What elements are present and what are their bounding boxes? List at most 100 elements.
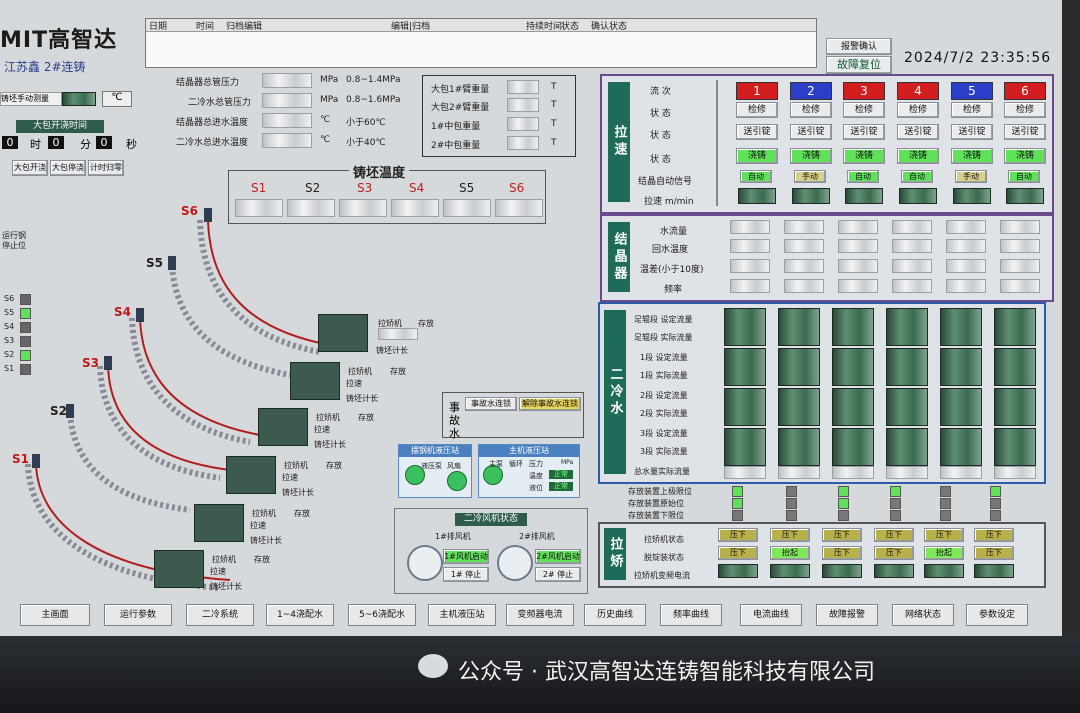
cooling-row-2: 1段 设定流量 [640,353,688,362]
press-button-4[interactable]: 压下 [874,528,914,542]
auto-toggle-4[interactable]: 自动 [901,170,933,183]
cooling-row-7: 3段 实际流量 [640,447,688,456]
ladle-value-3 [507,117,539,131]
pressure-range-2: 0.8~1.6MPa [346,95,401,105]
timer-minutes: 0 [48,136,64,149]
alarm-log[interactable]: 日期 时间 归档编辑 编辑|归档 持续时间 状态 确认状态 [145,18,817,68]
maintenance-button-1[interactable]: 检修 [736,102,778,118]
billet-temp-s4 [391,199,439,217]
cooling-row-0: 足辊段 设定流量 [634,315,693,324]
dummy-bar-button-4[interactable]: 送引锭 [897,124,939,140]
ladle-label-4: 2#中包重量 [431,141,481,151]
hyd-temp-label: 温度 [529,472,543,480]
release-button-3[interactable]: 压下 [822,546,862,560]
datetime: 2024/7/2 23:35:56 [904,50,1052,66]
site-name: 江苏鑫 2#连铸 [4,60,86,74]
strand-label-s1: S1 [12,452,29,466]
nav-current-curve[interactable]: 电流曲线 [740,604,802,626]
speed-row-state1: 状 态 [650,109,671,119]
casting-button-1[interactable]: 浇铸 [736,148,778,164]
ladle-stop-button[interactable]: 大包停浇 [50,160,86,176]
press-button-2[interactable]: 压下 [770,528,810,542]
fault-reset-button[interactable]: 故障复位 [826,56,892,74]
nav-vfd-current[interactable]: 变频器电流 [506,604,574,626]
withdrawal-machine-s6[interactable]: 拉矫机 存放 铸坯计长 [318,310,458,358]
nav-water-1-4[interactable]: 1~4浇配水 [266,604,334,626]
casting-button-3[interactable]: 浇铸 [843,148,885,164]
fan1-start-button[interactable]: 1#风机启动 [443,549,489,564]
press-button-5[interactable]: 压下 [924,528,964,542]
nav-main[interactable]: 主画面 [20,604,90,626]
auto-toggle-2[interactable]: 手动 [794,170,826,183]
casting-button-4[interactable]: 浇铸 [897,148,939,164]
strand-arc-s3 [97,365,231,481]
monitor-bezel [1062,0,1080,713]
fan1-stop-button[interactable]: 1# 停止 [443,567,489,582]
release-button-6[interactable]: 压下 [974,546,1014,560]
speed-row-state3: 状 态 [650,155,671,165]
storage-label: 存放 [390,367,406,376]
dummy-bar-button-6[interactable]: 送引锭 [1004,124,1046,140]
swing-hydraulic-station[interactable]: 摆钢机液压站 液压泵 风扇 [398,444,472,498]
maintenance-button-6[interactable]: 检修 [1004,102,1046,118]
nav-run-params[interactable]: 运行参数 [104,604,172,626]
auto-toggle-1[interactable]: 自动 [740,170,772,183]
casting-button-5[interactable]: 浇铸 [951,148,993,164]
release-button-1[interactable]: 压下 [718,546,758,560]
casting-button-6[interactable]: 浇铸 [1004,148,1046,164]
auto-toggle-3[interactable]: 自动 [847,170,879,183]
main-hydraulic-station[interactable]: 主机液压站 主泵 循环 压力 MPa 温度 正常 液位 正常 [478,444,580,498]
timer-hours-unit: 时 [30,138,41,151]
timer-minutes-unit: 分 [80,138,91,151]
fan2-stop-button[interactable]: 2# 停止 [535,567,581,582]
withdrawal-machine-s5[interactable]: 拉矫机 存放 拉速 铸坯计长 [290,358,430,406]
release-button-5[interactable]: 抬起 [924,546,964,560]
nav-main-hydraulic[interactable]: 主机液压站 [428,604,496,626]
maintenance-button-2[interactable]: 检修 [790,102,832,118]
ladle-value-2 [507,98,539,112]
withdrawal-machine-s3[interactable]: 拉矫机 存放 拉速 铸坯计长 [226,452,366,500]
release-interlock-button[interactable]: 解除事故水连锁 [519,397,581,411]
ladle-start-button[interactable]: 大包开浇 [12,160,48,176]
alarm-confirm-button[interactable]: 报警确认 [826,38,892,55]
casting-button-2[interactable]: 浇铸 [790,148,832,164]
dummy-bar-button-2[interactable]: 送引锭 [790,124,832,140]
maintenance-button-4[interactable]: 检修 [897,102,939,118]
press-button-1[interactable]: 压下 [718,528,758,542]
press-button-3[interactable]: 压下 [822,528,862,542]
nav-frequency-curve[interactable]: 频率曲线 [660,604,722,626]
billet-label-s2: S2 [305,181,321,195]
ladle-value-4 [507,136,539,150]
auto-toggle-5[interactable]: 手动 [955,170,987,183]
log-col-state: 状态 [561,22,580,32]
withdrawal-machine-s4[interactable]: 拉矫机 存放 拉速 铸坯计长 [258,404,398,452]
nav-fault-alarm[interactable]: 故障报警 [816,604,878,626]
release-button-4[interactable]: 压下 [874,546,914,560]
maintenance-button-5[interactable]: 检修 [951,102,993,118]
current-value-5 [924,564,964,578]
withdrawal-machine-s2[interactable]: 拉矫机 存放 拉速 铸坯计长 [194,500,334,548]
fan2-start-button[interactable]: 2#风机启动 [535,549,581,564]
emergency-water-title: 事故水 [449,401,460,440]
pressure-range-1: 0.8~1.4MPa [346,75,401,85]
pressure-range-3: 小于60℃ [346,118,386,128]
nav-network-status[interactable]: 网络状态 [892,604,954,626]
nav-history-curve[interactable]: 历史曲线 [584,604,646,626]
dummy-bar-button-5[interactable]: 送引锭 [951,124,993,140]
nav-water-5-6[interactable]: 5~6浇配水 [348,604,416,626]
emergency-interlock-button[interactable]: 事故水连锁 [465,397,517,411]
ladle-unit-3: T [551,119,557,129]
auto-toggle-6[interactable]: 自动 [1008,170,1040,183]
withdrawal-machine-s1[interactable]: 拉矫机 存放 拉速 铸坯计长 [154,546,294,594]
hyd-level-label: 液位 [529,484,543,492]
release-button-2[interactable]: 抬起 [770,546,810,560]
dummy-bar-button-3[interactable]: 送引锭 [843,124,885,140]
pressure-unit-4: ℃ [320,135,331,145]
press-button-6[interactable]: 压下 [974,528,1014,542]
timer-reset-button[interactable]: 计时归零 [88,160,124,176]
dummy-bar-button-1[interactable]: 送引锭 [736,124,778,140]
log-col-duration: 持续时间 [526,22,563,32]
nav-param-settings[interactable]: 参数设定 [966,604,1028,626]
maintenance-button-3[interactable]: 检修 [843,102,885,118]
nav-secondary-cooling[interactable]: 二冷系统 [186,604,254,626]
